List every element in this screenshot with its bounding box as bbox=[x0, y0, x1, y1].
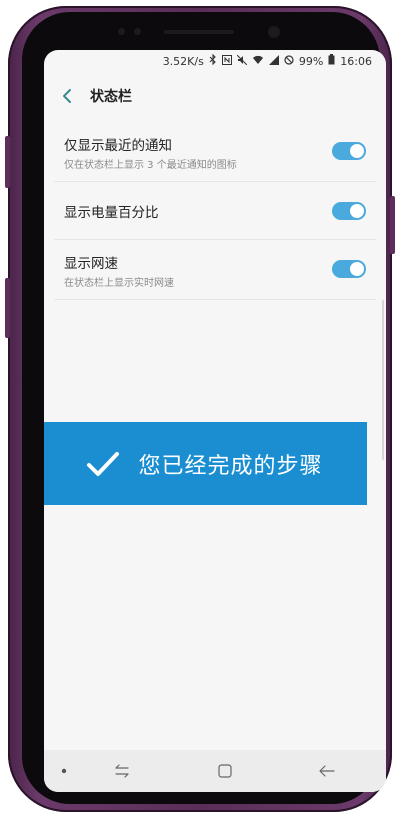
home-icon bbox=[218, 764, 232, 778]
recent-apps-icon bbox=[115, 764, 129, 778]
battery-percentage-toggle[interactable] bbox=[332, 202, 366, 220]
signal-icon bbox=[268, 54, 279, 68]
settings-list: 仅显示最近的通知 仅在状态栏上显示 3 个最近通知的图标 显示电量百分比 显示网… bbox=[44, 122, 386, 300]
bluetooth-icon bbox=[209, 53, 217, 68]
status-bar: 3.52K/s 99% 16:06 bbox=[44, 50, 386, 72]
completion-banner: 您已经完成的步骤 bbox=[44, 422, 367, 505]
wifi-icon bbox=[252, 55, 264, 68]
phone-bezel: 3.52K/s 99% 16:06 状态栏 仅显示最近的通知 仅在状态栏上显示 … bbox=[22, 12, 386, 804]
back-arrow-icon bbox=[319, 765, 335, 777]
dot-indicator-icon bbox=[54, 761, 74, 781]
toggle-knob bbox=[349, 261, 365, 277]
page-title: 状态栏 bbox=[90, 89, 132, 105]
back-button[interactable] bbox=[56, 85, 78, 107]
do-not-disturb-icon bbox=[284, 54, 294, 68]
phone-screen: 3.52K/s 99% 16:06 状态栏 仅显示最近的通知 仅在状态栏上显示 … bbox=[44, 50, 386, 792]
network-speed: 3.52K/s bbox=[162, 54, 204, 68]
setting-title: 显示网速 bbox=[64, 256, 118, 272]
recent-apps-button[interactable] bbox=[112, 761, 132, 781]
setting-subtitle: 仅在状态栏上显示 3 个最近通知的图标 bbox=[64, 160, 237, 171]
clock: 16:06 bbox=[340, 54, 372, 68]
recent-notifications-toggle[interactable] bbox=[332, 142, 366, 160]
setting-show-network-speed[interactable]: 显示网速 在状态栏上显示实时网速 bbox=[54, 240, 376, 300]
chevron-left-icon bbox=[63, 89, 71, 103]
battery-icon bbox=[328, 54, 335, 68]
front-sensors bbox=[22, 26, 380, 42]
bixby-button bbox=[5, 278, 10, 338]
nfc-icon bbox=[221, 54, 232, 68]
earpiece bbox=[164, 30, 234, 34]
back-nav-button[interactable] bbox=[317, 761, 337, 781]
volume-button bbox=[5, 136, 10, 188]
app-header: 状态栏 bbox=[44, 76, 386, 116]
banner-text: 您已经完成的步骤 bbox=[138, 453, 323, 479]
setting-title: 显示电量百分比 bbox=[64, 205, 159, 221]
setting-title: 仅显示最近的通知 bbox=[64, 138, 172, 154]
battery-percent: 99% bbox=[298, 54, 324, 68]
network-speed-toggle[interactable] bbox=[332, 260, 366, 278]
phone-frame: 3.52K/s 99% 16:06 状态栏 仅显示最近的通知 仅在状态栏上显示 … bbox=[5, 6, 395, 812]
toggle-knob bbox=[349, 143, 365, 159]
iris-sensor bbox=[118, 28, 125, 35]
mute-icon bbox=[236, 54, 248, 68]
setting-show-recent-notifications[interactable]: 仅显示最近的通知 仅在状态栏上显示 3 个最近通知的图标 bbox=[54, 122, 376, 182]
front-camera bbox=[268, 26, 280, 38]
toggle-knob bbox=[349, 203, 365, 219]
navigation-bar bbox=[44, 750, 386, 792]
proximity-sensor bbox=[134, 28, 141, 35]
power-button bbox=[390, 196, 395, 254]
setting-show-battery-percentage[interactable]: 显示电量百分比 bbox=[54, 182, 376, 240]
scroll-indicator bbox=[382, 300, 384, 460]
home-button[interactable] bbox=[215, 761, 235, 781]
setting-subtitle: 在状态栏上显示实时网速 bbox=[64, 278, 174, 289]
checkmark-icon bbox=[87, 451, 120, 476]
